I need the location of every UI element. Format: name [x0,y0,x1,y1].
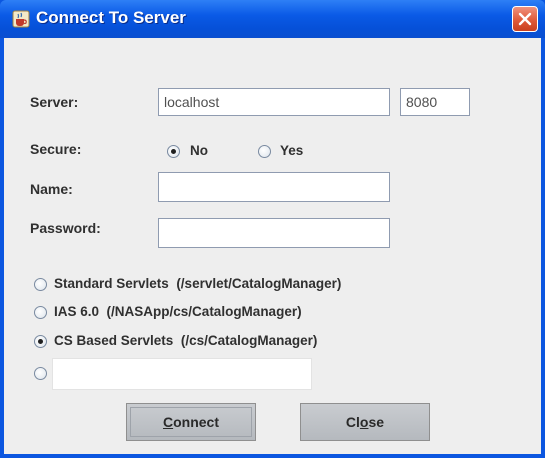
custom-path-radio[interactable] [34,367,47,380]
option-name: CS Based Servlets [54,333,174,348]
secure-yes-label[interactable]: Yes [280,143,303,158]
connect-dialog: Connect To Server Server: Secure: No Yes… [0,0,545,458]
close-button-label: Close [346,414,384,430]
connect-button[interactable]: Connect [126,403,256,441]
close-label-rest: se [368,414,385,430]
standard-servlets-radio[interactable] [34,278,47,291]
option-name: Standard Servlets [54,276,169,291]
server-input[interactable] [158,88,390,116]
connect-button-label: Connect [163,414,219,430]
option-path: (/servlet/CatalogManager) [176,276,342,291]
window-title: Connect To Server [36,8,186,27]
close-label-prefix: Cl [345,414,360,430]
server-label: Server: [30,94,79,110]
ias-radio[interactable] [34,306,47,319]
port-input[interactable] [400,88,470,116]
window-close-button[interactable] [512,6,538,32]
secure-no-label[interactable]: No [190,143,208,158]
java-cup-icon [12,10,30,28]
secure-label: Secure: [30,141,82,157]
ias-label[interactable]: IAS 6.0 (/NASApp/cs/CatalogManager) [54,304,302,319]
connect-label-rest: onnect [173,414,219,430]
custom-path-input[interactable] [52,358,312,390]
dialog-body: Server: Secure: No Yes Name: Password: S… [4,38,541,454]
standard-servlets-label[interactable]: Standard Servlets (/servlet/CatalogManag… [54,276,341,291]
cs-based-servlets-label[interactable]: CS Based Servlets (/cs/CatalogManager) [54,333,317,348]
name-input[interactable] [158,172,390,202]
cs-based-servlets-radio[interactable] [34,335,47,348]
password-label: Password: [30,220,101,236]
option-path: (/NASApp/cs/CatalogManager) [106,304,302,319]
connect-mnemonic: C [162,414,174,430]
secure-yes-radio[interactable] [258,145,271,158]
close-button[interactable]: Close [300,403,430,441]
password-input[interactable] [158,218,390,248]
option-path: (/cs/CatalogManager) [180,333,318,348]
option-name: IAS 6.0 [54,304,100,319]
secure-no-radio[interactable] [167,145,180,158]
close-x-icon [518,12,532,26]
title-bar[interactable]: Connect To Server [0,0,545,38]
name-label: Name: [30,181,73,197]
